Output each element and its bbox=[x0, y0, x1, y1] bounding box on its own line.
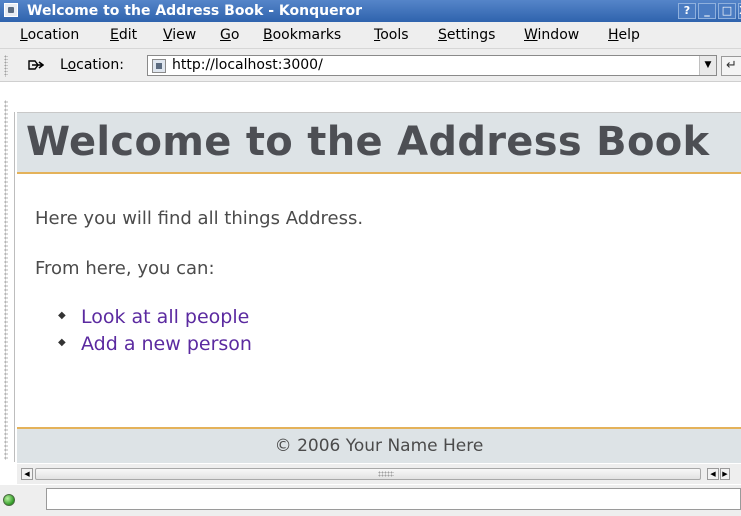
scrollbar-thumb[interactable] bbox=[35, 468, 701, 480]
menu-edit[interactable]: Edit bbox=[110, 27, 137, 43]
footer-text: © 2006 Your Name Here bbox=[274, 436, 484, 456]
intro-text: Here you will find all things Address. bbox=[35, 208, 364, 229]
status-bar bbox=[0, 485, 741, 516]
url-text[interactable]: http://localhost:3000/ bbox=[172, 57, 323, 73]
window-title: Welcome to the Address Book - Konqueror bbox=[27, 3, 363, 19]
menu-tools[interactable]: Tools bbox=[374, 27, 409, 43]
location-toolbar: Location: http://localhost:3000/ ▼ ↵ bbox=[0, 49, 741, 82]
page-title: Welcome to the Address Book bbox=[26, 119, 710, 165]
go-button[interactable]: ↵ bbox=[721, 56, 741, 76]
scroll-left-arrow-icon-secondary[interactable]: ◀ bbox=[707, 468, 719, 480]
status-light-icon bbox=[3, 494, 15, 506]
scroll-left-arrow-icon[interactable]: ◀ bbox=[21, 468, 33, 480]
menu-window[interactable]: Window bbox=[524, 27, 579, 43]
minimize-button[interactable]: _ bbox=[698, 3, 716, 19]
menu-go[interactable]: Go bbox=[220, 27, 239, 43]
menu-view[interactable]: View bbox=[163, 27, 196, 43]
url-history-dropdown[interactable]: ▼ bbox=[699, 56, 716, 75]
from-here-text: From here, you can: bbox=[35, 258, 215, 279]
thumb-grip-icon bbox=[378, 471, 394, 477]
help-button[interactable]: ? bbox=[678, 3, 696, 19]
scroll-right-arrow-icon[interactable]: ▶ bbox=[720, 468, 730, 480]
bullet-icon: ◆ bbox=[58, 337, 66, 348]
clear-location-icon[interactable] bbox=[28, 59, 44, 71]
url-input[interactable]: http://localhost:3000/ ▼ bbox=[147, 55, 717, 76]
maximize-button[interactable]: □ bbox=[718, 3, 736, 19]
horizontal-scrollbar[interactable]: ◀ ◀ ▶ bbox=[17, 464, 741, 484]
window-titlebar[interactable]: Welcome to the Address Book - Konqueror … bbox=[0, 0, 741, 22]
status-message-field bbox=[46, 488, 741, 510]
menu-bookmarks[interactable]: Bookmarks bbox=[263, 27, 341, 43]
toolbar-grip-handle[interactable] bbox=[4, 55, 8, 77]
konqueror-icon[interactable] bbox=[4, 3, 18, 17]
menu-help[interactable]: Help bbox=[608, 27, 640, 43]
page-footer: © 2006 Your Name Here bbox=[17, 427, 741, 463]
menu-bar: Location Edit View Go Bookmarks Tools Se… bbox=[0, 22, 741, 49]
page-favicon-icon bbox=[152, 59, 166, 73]
page-header: Welcome to the Address Book bbox=[17, 112, 741, 174]
bullet-icon: ◆ bbox=[58, 310, 66, 321]
sidebar-splitter-handle[interactable] bbox=[4, 100, 8, 460]
add-new-person-link[interactable]: Add a new person bbox=[81, 333, 252, 355]
look-at-all-people-link[interactable]: Look at all people bbox=[81, 306, 249, 328]
location-label: Location: bbox=[60, 57, 124, 73]
menu-location[interactable]: Location bbox=[20, 27, 79, 43]
menu-settings[interactable]: Settings bbox=[438, 27, 495, 43]
